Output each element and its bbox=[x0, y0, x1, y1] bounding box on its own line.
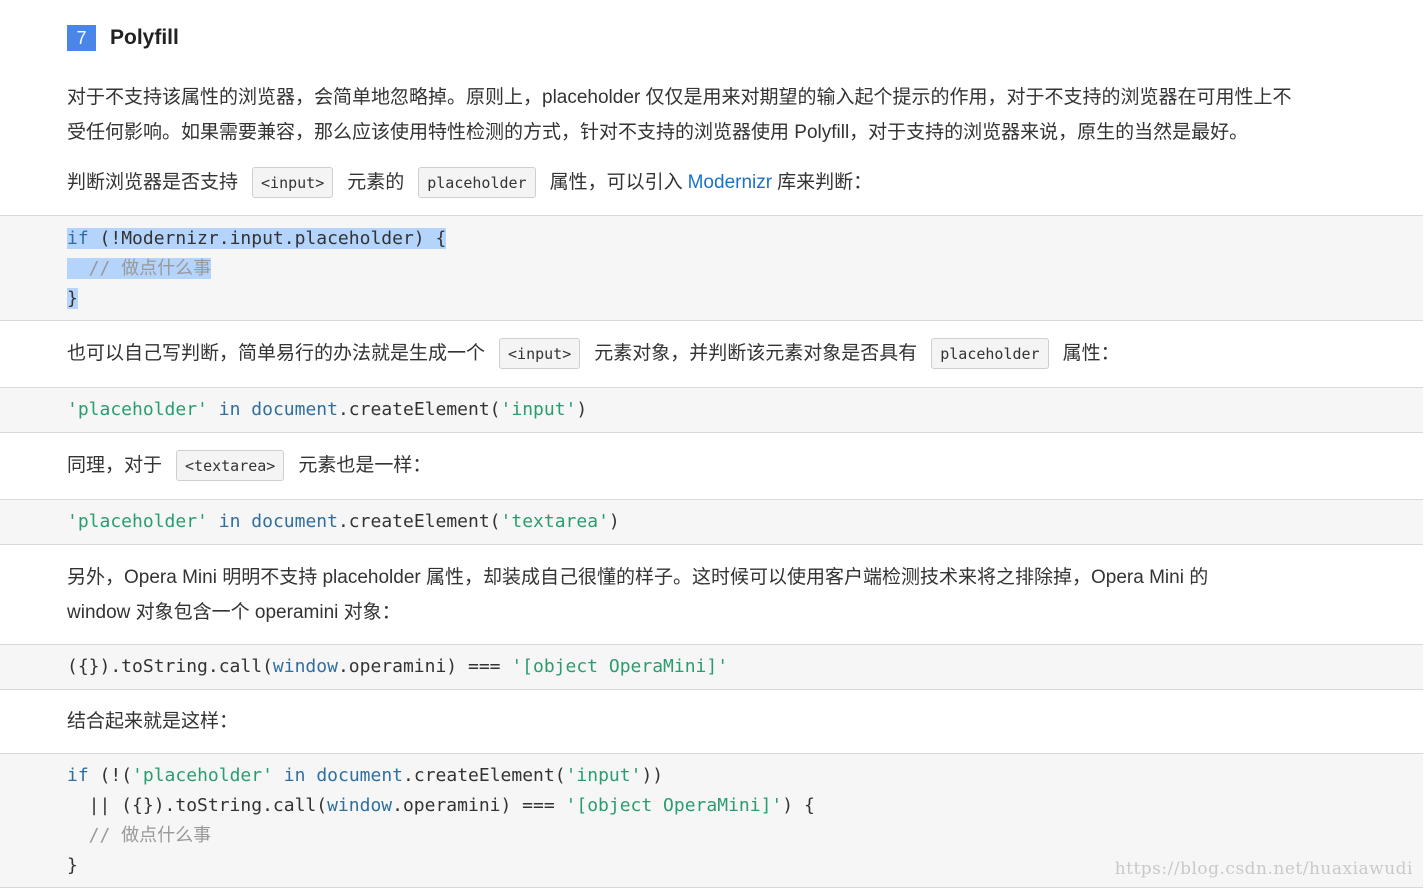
section-heading: 7 Polyfill bbox=[67, 24, 179, 52]
code-line: 'placeholder' in document.createElement(… bbox=[67, 399, 588, 420]
code-block-modernizr: if (!Modernizr.input.placeholder) { // 做… bbox=[0, 215, 1423, 321]
selected-code-line: if (!Modernizr.input.placeholder) { bbox=[67, 228, 447, 249]
self-check-paragraph: 也可以自己写判断，简单易行的办法就是生成一个 <input> 元素对象，并判断该… bbox=[67, 336, 1367, 371]
combine-text: 结合起来就是这样： bbox=[67, 711, 239, 732]
code-comment: // 做点什么事 bbox=[67, 258, 212, 279]
code-line: ({}).toString.call(window.operamini) ===… bbox=[67, 656, 729, 677]
code-brace: } bbox=[67, 288, 78, 309]
textarea-prefix: 同理，对于 bbox=[67, 455, 163, 476]
section-number-badge: 7 bbox=[67, 25, 96, 51]
inline-code-placeholder: placeholder bbox=[418, 167, 536, 198]
detect-mid: 元素的 bbox=[347, 172, 405, 193]
code-line: if (!Modernizr.input.placeholder) { bbox=[67, 224, 1423, 254]
combine-paragraph: 结合起来就是这样： bbox=[67, 704, 1367, 739]
self-mid: 元素对象，并判断该元素对象是否具有 bbox=[594, 343, 918, 364]
opera-line-2: window 对象包含一个 operamini 对象： bbox=[67, 602, 401, 623]
code-block-textarea-check: 'placeholder' in document.createElement(… bbox=[0, 499, 1423, 545]
code-line: if (!('placeholder' in document.createEl… bbox=[67, 765, 664, 786]
intro-paragraph: 对于不支持该属性的浏览器，会简单地忽略掉。原则上，placeholder 仅仅是… bbox=[67, 80, 1367, 150]
textarea-suffix: 元素也是一样： bbox=[298, 455, 432, 476]
code-line: 'placeholder' in document.createElement(… bbox=[67, 511, 620, 532]
code-line: // 做点什么事 bbox=[67, 254, 1423, 284]
textarea-paragraph: 同理，对于 <textarea> 元素也是一样： bbox=[67, 448, 1367, 483]
inline-code-input: <input> bbox=[252, 167, 334, 198]
detect-paragraph: 判断浏览器是否支持 <input> 元素的 placeholder 属性，可以引… bbox=[67, 165, 1367, 200]
opera-paragraph: 另外，Opera Mini 明明不支持 placeholder 属性，却装成自己… bbox=[67, 560, 1367, 630]
detect-after: 属性，可以引入 bbox=[549, 172, 683, 193]
code-comment: // 做点什么事 bbox=[67, 825, 212, 846]
intro-line-2: 受任何影响。如果需要兼容，那么应该使用特性检测的方式，针对不支持的浏览器使用 P… bbox=[67, 122, 1249, 143]
detect-suffix: 库来判断： bbox=[777, 172, 873, 193]
code-line: || ({}).toString.call(window.operamini) … bbox=[67, 795, 815, 816]
code-brace: } bbox=[67, 855, 78, 876]
opera-line-1: 另外，Opera Mini 明明不支持 placeholder 属性，却装成自己… bbox=[67, 567, 1209, 588]
code-block-opera-check: ({}).toString.call(window.operamini) ===… bbox=[0, 644, 1423, 690]
detect-prefix: 判断浏览器是否支持 bbox=[67, 172, 239, 193]
code-block-input-check: 'placeholder' in document.createElement(… bbox=[0, 387, 1423, 433]
section-title: Polyfill bbox=[110, 26, 179, 49]
code-line: // 做点什么事 bbox=[67, 821, 1423, 851]
inline-code-textarea: <textarea> bbox=[176, 450, 285, 481]
modernizr-link[interactable]: Modernizr bbox=[688, 165, 772, 200]
self-prefix: 也可以自己写判断，简单易行的办法就是生成一个 bbox=[67, 343, 486, 364]
watermark-url: https://blog.csdn.net/huaxiawudi bbox=[1114, 859, 1413, 879]
inline-code-placeholder: placeholder bbox=[931, 338, 1049, 369]
self-suffix: 属性： bbox=[1062, 343, 1120, 364]
inline-code-input: <input> bbox=[499, 338, 581, 369]
intro-line-1: 对于不支持该属性的浏览器，会简单地忽略掉。原则上，placeholder 仅仅是… bbox=[67, 87, 1292, 108]
code-line: } bbox=[67, 284, 1423, 314]
